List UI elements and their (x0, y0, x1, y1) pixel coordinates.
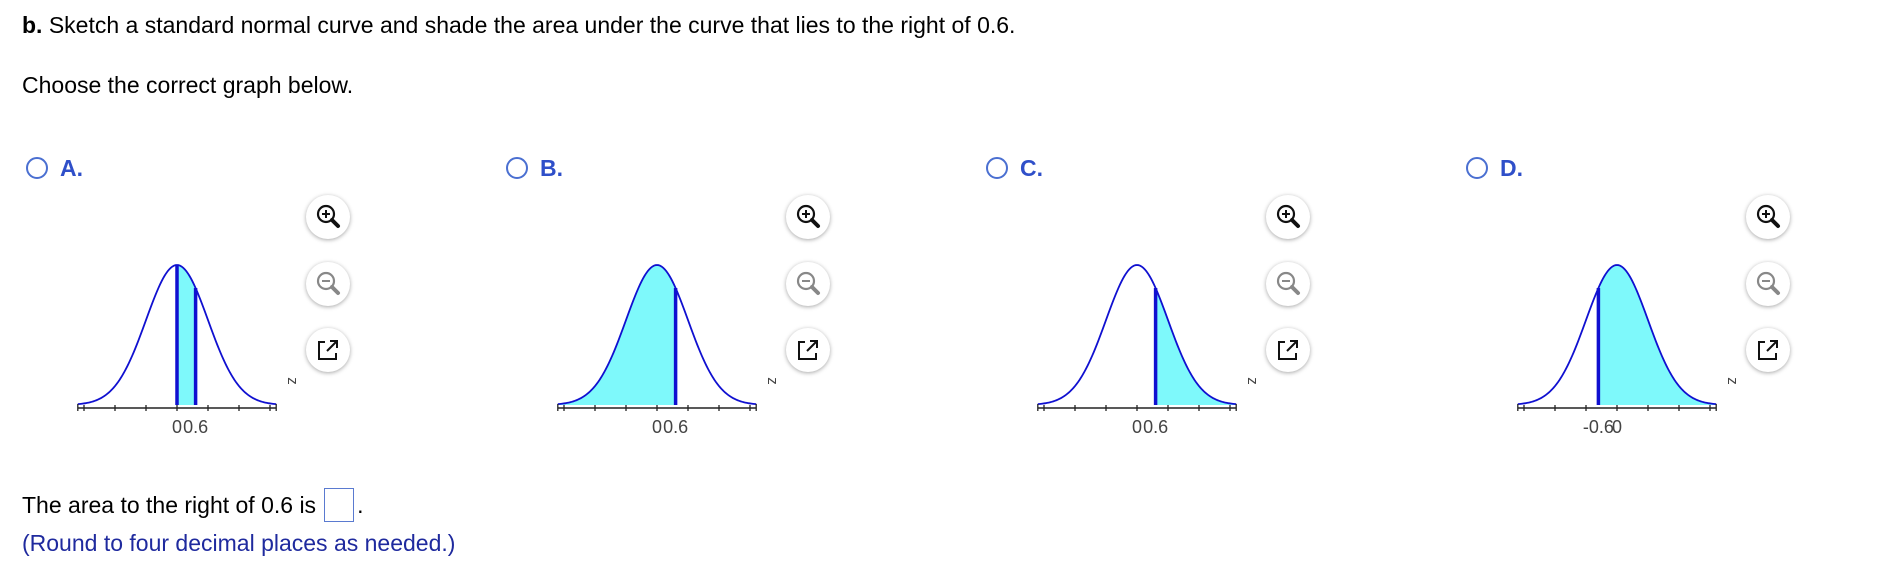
option-d-select[interactable]: D. (1466, 153, 1523, 183)
zoom-in-icon (796, 204, 820, 228)
tick-label: 0.6 (663, 417, 688, 437)
answer-suffix: . (357, 491, 364, 518)
shaded-area (177, 265, 196, 405)
option-a-select[interactable]: A. (26, 153, 83, 183)
zoom-out-button[interactable] (1266, 262, 1310, 306)
open-new-window-button[interactable] (1266, 328, 1310, 372)
tick-label: 0.6 (183, 417, 208, 437)
normal-curve-graph: -0.60 z (1517, 264, 1741, 437)
zoom-in-button[interactable] (1746, 195, 1790, 239)
normal-curve-graph: 0 0.6 z (1037, 264, 1261, 437)
option-letter: B. (540, 154, 563, 181)
expand-icon (318, 340, 338, 360)
part-label: b. (22, 12, 43, 38)
option-letter: A. (60, 154, 83, 181)
zoom-out-button[interactable] (306, 262, 350, 306)
option-b-select[interactable]: B. (506, 153, 563, 183)
zoom-in-icon (1756, 204, 1780, 228)
normal-curve (1037, 264, 1237, 406)
question-prompt: b. Sketch a standard normal curve and sh… (22, 12, 1015, 39)
answer-line: The area to the right of 0.6 is . (22, 488, 363, 522)
expand-icon (798, 340, 818, 360)
instruction-text: Choose the correct graph below. (22, 72, 354, 98)
zoom-out-button[interactable] (786, 262, 830, 306)
axis-label-z: z (764, 377, 781, 385)
expand-icon (1278, 340, 1298, 360)
radio-button[interactable] (986, 157, 1008, 179)
answer-prefix: The area to the right of 0.6 is (22, 491, 317, 518)
zoom-out-icon (796, 271, 820, 295)
tick-label: -0.6 (1583, 417, 1614, 437)
shaded-area (557, 265, 676, 405)
option-d: -0.6 0 z D. (1462, 145, 1880, 445)
tick-label: 0.6 (1143, 417, 1168, 437)
open-new-window-button[interactable] (306, 328, 350, 372)
axis-label-z: z (284, 377, 301, 385)
zoom-out-icon (1756, 271, 1780, 295)
option-c: 0 0.6 z C. (982, 145, 1452, 445)
zoom-in-button[interactable] (1266, 195, 1310, 239)
tick-label: 0 (172, 417, 182, 437)
shaded-area (1155, 288, 1237, 405)
tick-label: 0 (1132, 417, 1142, 437)
tick-label: 0 (652, 417, 662, 437)
zoom-in-icon (316, 204, 340, 228)
zoom-out-button[interactable] (1746, 262, 1790, 306)
zoom-in-button[interactable] (786, 195, 830, 239)
open-new-window-button[interactable] (1746, 328, 1790, 372)
tick-label: 0 (1612, 417, 1622, 437)
axis-label-z: z (1724, 377, 1741, 385)
zoom-in-icon (1276, 204, 1300, 228)
open-new-window-button[interactable] (786, 328, 830, 372)
option-letter: D. (1500, 154, 1523, 181)
answer-input[interactable] (324, 488, 355, 522)
rounding-hint: (Round to four decimal places as needed.… (22, 530, 456, 556)
zoom-out-icon (1276, 271, 1300, 295)
option-letter: C. (1020, 154, 1043, 181)
normal-curve-graph: 0 0.6 z (77, 264, 301, 437)
option-c-select[interactable]: C. (986, 153, 1043, 183)
zoom-in-button[interactable] (306, 195, 350, 239)
zoom-out-icon (316, 271, 340, 295)
normal-curve-graph: 0 0.6 z (557, 264, 781, 437)
question-text: Sketch a standard normal curve and shade… (48, 12, 1016, 38)
radio-button[interactable] (1466, 157, 1488, 179)
radio-button[interactable] (506, 157, 528, 179)
expand-icon (1758, 340, 1778, 360)
shaded-area (1598, 265, 1717, 405)
option-b: 0 0.6 z B. (502, 145, 972, 445)
option-a: 0 0.6 z A. (22, 145, 492, 445)
radio-button[interactable] (26, 157, 48, 179)
axis-label-z: z (1244, 377, 1261, 385)
